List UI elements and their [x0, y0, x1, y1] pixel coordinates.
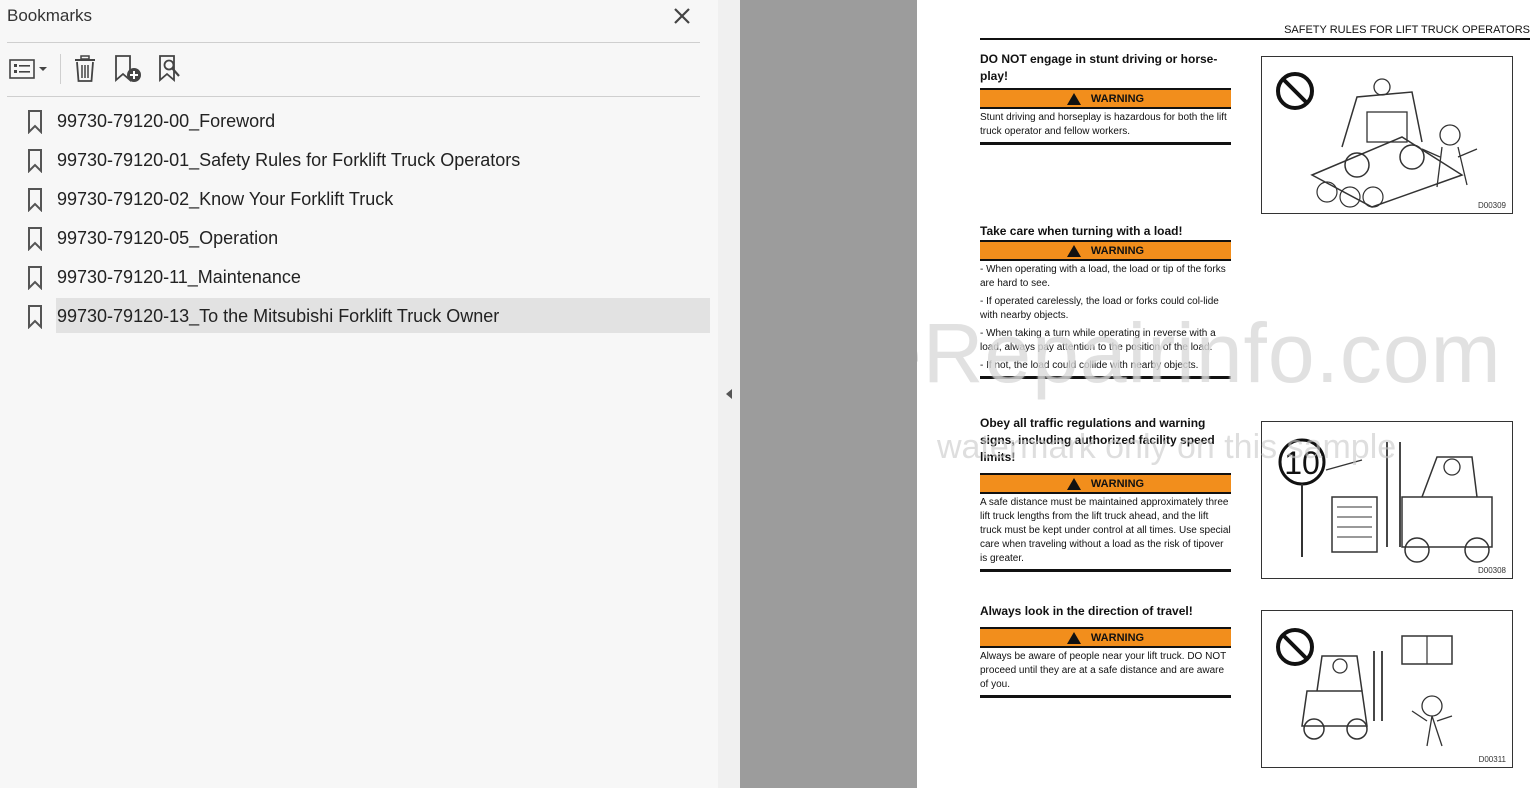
warning-bar: WARNING: [980, 473, 1231, 494]
warning-body: Always be aware of people near your lift…: [980, 648, 1231, 698]
bookmarks-panel: Bookmarks 99730-79120-00_Foreword 99730-…: [0, 0, 719, 788]
bookmark-icon: [28, 188, 42, 212]
chevron-down-icon: [38, 67, 47, 71]
bookmark-label: 99730-79120-11_Maintenance: [57, 267, 301, 287]
bookmark-label: 99730-79120-02_Know Your Forklift Truck: [57, 189, 394, 209]
bookmark-list: 99730-79120-00_Foreword 99730-79120-01_S…: [0, 103, 718, 337]
panel-title: Bookmarks: [7, 6, 93, 25]
figure-direction-of-travel: D00311: [1261, 610, 1513, 768]
warning-text: Always be aware of people near your lift…: [980, 651, 1227, 690]
divider: [7, 42, 700, 43]
find-bookmark-icon: [159, 55, 180, 82]
figure-stunt-driving: D00309: [1261, 56, 1513, 214]
stunt-forklift-illustration: [1276, 72, 1478, 208]
watermark-secondary: watermark only on this sample: [937, 428, 1397, 466]
viewer-background: [740, 0, 917, 788]
bookmark-item[interactable]: 99730-79120-01_Safety Rules for Forklift…: [0, 142, 718, 181]
close-icon: [674, 8, 690, 24]
close-panel-button[interactable]: [668, 2, 696, 30]
options-button[interactable]: [6, 48, 50, 90]
header-rule: [980, 38, 1530, 40]
warning-body: Stunt driving and horseplay is hazardous…: [980, 109, 1231, 145]
bookmark-icon: [28, 110, 42, 134]
warning-text: Stunt driving and horseplay is hazardous…: [980, 112, 1227, 137]
figure-code: D00311: [1478, 755, 1506, 764]
document-page: SAFETY RULES FOR LIFT TRUCK OPERATORS DO…: [917, 0, 1535, 788]
figure-code: D00308: [1477, 566, 1506, 575]
find-bookmark-button[interactable]: [154, 48, 188, 90]
add-bookmark-icon: [115, 55, 141, 82]
figure-code: D00309: [1477, 201, 1506, 210]
bookmark-label: 99730-79120-00_Foreword: [57, 111, 276, 131]
warning-text: - When operating with a load, the load o…: [980, 264, 1226, 289]
warning-text: A safe distance must be maintained appro…: [980, 497, 1231, 564]
section-direction-of-travel: Always look in the direction of travel! …: [980, 603, 1231, 698]
bookmark-label: 99730-79120-01_Safety Rules for Forklift…: [57, 150, 521, 170]
divider: [7, 96, 700, 97]
warning-bar: WARNING: [980, 240, 1231, 261]
bookmark-label: 99730-79120-13_To the Mitsubishi Forklif…: [57, 306, 500, 326]
add-bookmark-button[interactable]: [110, 48, 144, 90]
pedestrian-forklift-illustration: [1276, 628, 1453, 747]
options-list-icon: [8, 59, 35, 79]
section-title: DO NOT engage in stunt driving or horse-…: [980, 52, 1218, 83]
bookmark-icon: [28, 149, 42, 173]
bookmark-item[interactable]: 99730-79120-11_Maintenance: [0, 259, 718, 298]
bookmark-label: 99730-79120-05_Operation: [57, 228, 279, 248]
section-title: Take care when turning with a load!: [980, 224, 1183, 238]
watermark-primary: eRepairinfo.com: [917, 306, 1502, 400]
warning-bar: WARNING: [980, 627, 1231, 648]
warning-label: WARNING: [1090, 244, 1145, 257]
bookmark-icon: [28, 305, 42, 329]
warning-triangle-icon: [1066, 244, 1081, 257]
bookmark-icon: [28, 227, 42, 251]
section-title: Always look in the direction of travel!: [980, 604, 1193, 618]
warning-triangle-icon: [1066, 477, 1081, 490]
bookmark-item[interactable]: 99730-79120-02_Know Your Forklift Truck: [0, 181, 718, 220]
warning-bar: WARNING: [980, 88, 1231, 109]
bookmark-item-selected[interactable]: 99730-79120-13_To the Mitsubishi Forklif…: [0, 298, 718, 337]
toolbar-separator: [60, 54, 61, 84]
section-stunt-driving: DO NOT engage in stunt driving or horse-…: [980, 51, 1231, 145]
page-header: SAFETY RULES FOR LIFT TRUCK OPERATORS: [1284, 24, 1530, 36]
warning-triangle-icon: [1066, 92, 1081, 105]
warning-label: WARNING: [1090, 92, 1145, 105]
warning-label: WARNING: [1090, 631, 1145, 644]
bookmark-icon: [28, 266, 42, 290]
bookmarks-toolbar: [0, 48, 718, 90]
bookmark-item[interactable]: 99730-79120-05_Operation: [0, 220, 718, 259]
warning-body: A safe distance must be maintained appro…: [980, 494, 1231, 572]
delete-bookmark-button[interactable]: [70, 48, 100, 90]
collapse-panel-button[interactable]: [718, 0, 740, 788]
bookmark-item[interactable]: 99730-79120-00_Foreword: [0, 103, 718, 142]
warning-triangle-icon: [1066, 631, 1081, 644]
warning-label: WARNING: [1090, 477, 1145, 490]
caret-left-icon: [726, 389, 732, 399]
trash-icon: [75, 55, 95, 82]
